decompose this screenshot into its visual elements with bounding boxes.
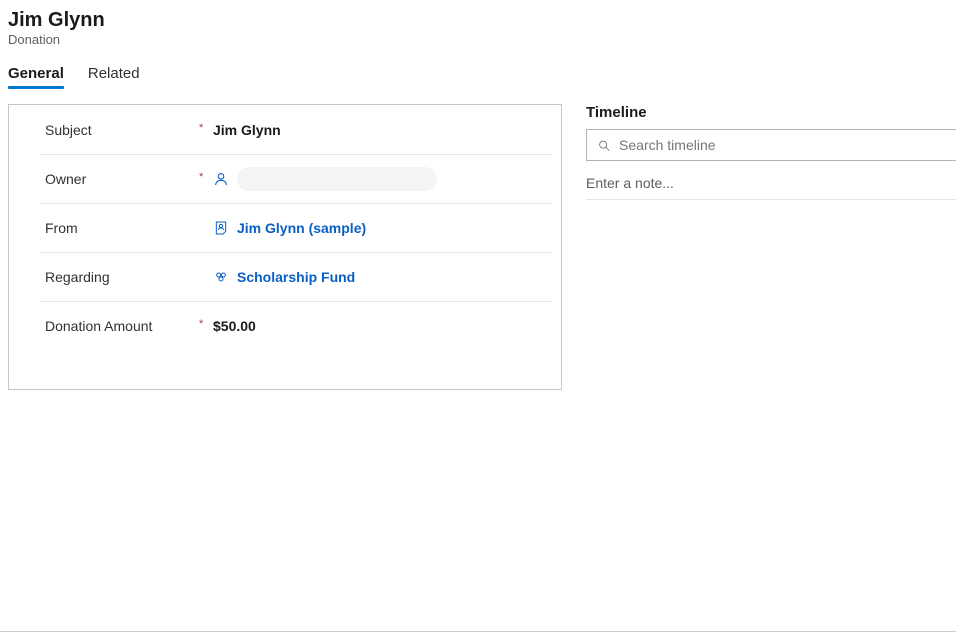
tab-bar: General Related xyxy=(0,47,956,88)
required-mark: * xyxy=(199,318,203,330)
field-subject[interactable]: Subject * Jim Glynn xyxy=(9,105,561,154)
field-label-from: From xyxy=(45,220,213,236)
field-donation-amount[interactable]: Donation Amount * $50.00 xyxy=(9,301,561,350)
field-owner[interactable]: Owner * xyxy=(9,154,561,203)
contact-icon xyxy=(213,220,229,236)
field-value-from[interactable]: Jim Glynn (sample) xyxy=(213,220,366,236)
field-label-regarding: Regarding xyxy=(45,269,213,285)
field-value-owner xyxy=(213,167,437,191)
form-card: Subject * Jim Glynn Owner * From xyxy=(8,104,562,390)
required-mark: * xyxy=(199,171,203,183)
timeline-search[interactable] xyxy=(586,129,956,161)
timeline-panel: Timeline Enter a note... xyxy=(586,104,956,390)
owner-value-placeholder xyxy=(237,167,437,191)
campaign-icon xyxy=(213,269,229,285)
field-value-regarding[interactable]: Scholarship Fund xyxy=(213,269,355,285)
tab-related[interactable]: Related xyxy=(88,65,140,88)
timeline-title: Timeline xyxy=(586,104,956,121)
field-value-subject: Jim Glynn xyxy=(213,122,281,138)
timeline-search-input[interactable] xyxy=(619,137,946,153)
field-regarding[interactable]: Regarding Scholarship Fund xyxy=(9,252,561,301)
field-label-amount: Donation Amount * xyxy=(45,318,213,334)
entity-type-label: Donation xyxy=(8,32,948,47)
field-label-owner: Owner * xyxy=(45,171,213,187)
tab-general[interactable]: General xyxy=(8,65,64,88)
field-value-amount: $50.00 xyxy=(213,318,256,334)
field-label-subject: Subject * xyxy=(45,122,213,138)
person-icon xyxy=(213,171,229,187)
page-title: Jim Glynn xyxy=(8,8,948,32)
search-icon xyxy=(597,138,611,153)
required-mark: * xyxy=(199,122,203,134)
field-from[interactable]: From Jim Glynn (sample) xyxy=(9,203,561,252)
timeline-note-input[interactable]: Enter a note... xyxy=(586,175,956,200)
